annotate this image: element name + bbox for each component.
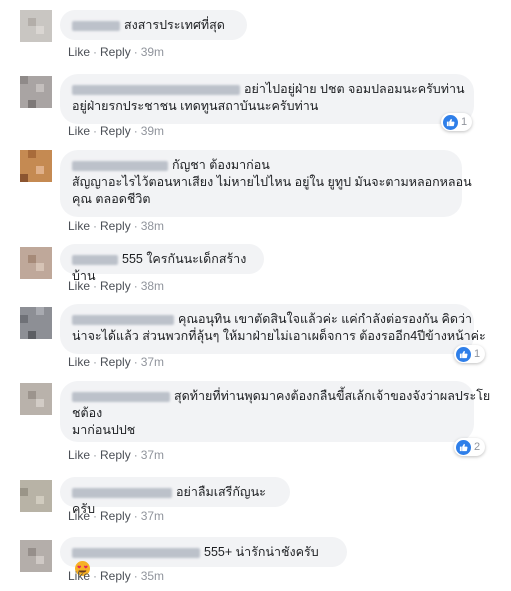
like-icon [443, 114, 458, 130]
commenter-name[interactable] [72, 254, 118, 265]
comment-text: คุณอนุทิน เขาตัดสินใจแล้วค่ะ แค่กำลังต่อ… [178, 312, 473, 326]
reply-link[interactable]: Reply [100, 45, 131, 59]
timestamp[interactable]: 39m [141, 124, 164, 138]
commenter-name[interactable] [72, 547, 200, 558]
like-link[interactable]: Like [68, 279, 90, 293]
like-link[interactable]: Like [68, 509, 90, 523]
reaction-count[interactable]: 2 [454, 438, 486, 456]
comment-meta: Like · Reply · 39m [68, 45, 165, 59]
comment-bubble: สงสารประเทศที่สุด [60, 10, 247, 40]
timestamp[interactable]: 38m [141, 279, 164, 293]
like-link[interactable]: Like [68, 219, 90, 233]
like-icon [456, 346, 471, 362]
timestamp[interactable]: 35m [141, 569, 164, 583]
reaction-count[interactable]: 1 [441, 113, 473, 131]
comment-bubble: 555 ใครกันนะเด็กสร้างบ้าน [60, 244, 264, 283]
comment-meta: Like · Reply · 38m [68, 219, 165, 233]
timestamp[interactable]: 39m [141, 45, 164, 59]
reply-link[interactable]: Reply [100, 124, 131, 138]
like-link[interactable]: Like [68, 124, 90, 138]
like-icon [456, 439, 471, 455]
commenter-name[interactable] [72, 160, 168, 171]
reaction-count[interactable]: 1 [454, 345, 486, 363]
like-link[interactable]: Like [68, 45, 90, 59]
comment-bubble: กัญชา ต้องมาก่อน สัญญาอะไรไว้ตอนหาเสียง … [60, 150, 472, 217]
reply-link[interactable]: Reply [100, 509, 131, 523]
comment-text: คุณ ตลอดชีวิต [72, 192, 151, 206]
comment-meta: Like · Reply · 35m [68, 569, 165, 583]
comment-bubble: 555+ น่ารักน่าชังครับ [60, 537, 347, 576]
comment-meta: Like · Reply · 38m [68, 279, 165, 293]
commenter-name[interactable] [72, 20, 120, 31]
like-link[interactable]: Like [68, 448, 90, 462]
comment-text: ชต้อง [72, 406, 103, 420]
comment-text: น่าจะได้แล้ว ส่วนพวกที่ลุ้นๆ ให้มาฝ่ายไม… [72, 329, 486, 343]
timestamp[interactable]: 37m [141, 355, 164, 369]
avatar[interactable] [20, 383, 52, 415]
avatar[interactable] [20, 540, 52, 572]
commenter-name[interactable] [72, 391, 170, 402]
reply-link[interactable]: Reply [100, 448, 131, 462]
comment-bubble: อย่าไปอยู่ฝ่าย ปชต จอมปลอมนะครับท่าน อยู… [60, 74, 474, 124]
comment-bubble: คุณอนุทิน เขาตัดสินใจแล้วค่ะ แค่กำลังต่อ… [60, 304, 486, 354]
comment-text: อยู่ฝ่ายรกประชาชน เทดทูนสถาบันนะครับท่าน [72, 99, 319, 113]
comment-bubble: อย่าลืมเสรีกัญนะครับ [60, 477, 290, 516]
comment-meta: Like · Reply · 37m [68, 509, 165, 523]
reply-link[interactable]: Reply [100, 279, 131, 293]
comment-meta: Like · Reply · 39m [68, 124, 165, 138]
comment-text: อย่าไปอยู่ฝ่าย ปชต จอมปลอมนะครับท่าน [244, 82, 465, 96]
comment-text: กัญชา ต้องมาก่อน [172, 158, 270, 172]
avatar[interactable] [20, 10, 52, 42]
comment-bubble: สุดท้ายที่ท่านพุดมาคงต้องกลืนขี้สเล้กเจ้… [60, 381, 490, 442]
comment-text: มาก่อนปปช [72, 423, 136, 437]
comment-text: 555+ น่ารักน่าชังครับ [204, 545, 319, 559]
commenter-name[interactable] [72, 84, 240, 95]
like-link[interactable]: Like [68, 355, 90, 369]
comment-text: สุดท้ายที่ท่านพุดมาคงต้องกลืนขี้สเล้กเจ้… [174, 389, 491, 403]
comment-text: สงสารประเทศที่สุด [124, 18, 225, 32]
avatar[interactable] [20, 480, 52, 512]
reply-link[interactable]: Reply [100, 219, 131, 233]
timestamp[interactable]: 38m [141, 219, 164, 233]
timestamp[interactable]: 37m [141, 509, 164, 523]
avatar[interactable] [20, 247, 52, 279]
reply-link[interactable]: Reply [100, 569, 131, 583]
avatar[interactable] [20, 76, 52, 108]
commenter-name[interactable] [72, 314, 174, 325]
comment-text: สัญญาอะไรไว้ตอนหาเสียง ไม่หายไปไหน อยู่ใ… [72, 175, 472, 189]
commenter-name[interactable] [72, 487, 172, 498]
comment-meta: Like · Reply · 37m [68, 355, 165, 369]
avatar[interactable] [20, 150, 52, 182]
comment-meta: Like · Reply · 37m [68, 448, 165, 462]
timestamp[interactable]: 37m [141, 448, 164, 462]
avatar[interactable] [20, 307, 52, 339]
reply-link[interactable]: Reply [100, 355, 131, 369]
like-link[interactable]: Like [68, 569, 90, 583]
